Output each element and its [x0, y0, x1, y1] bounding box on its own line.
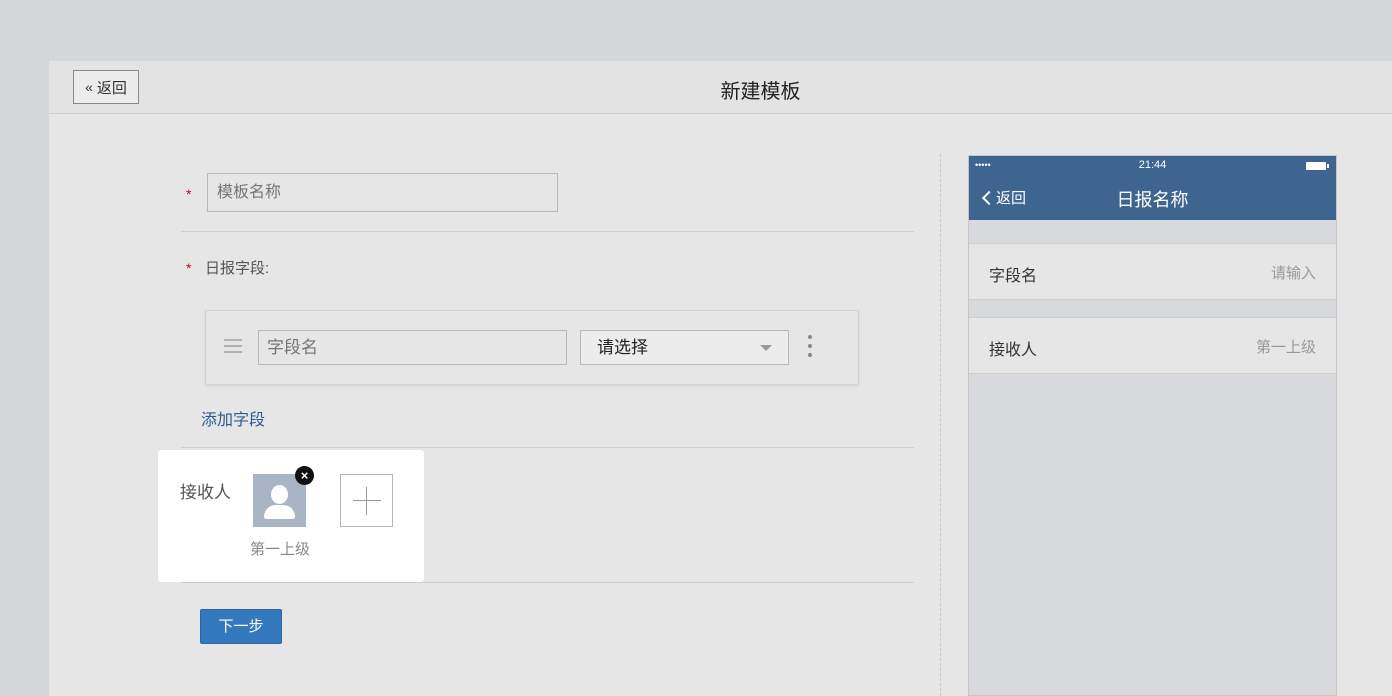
- field-name-input[interactable]: [258, 330, 567, 365]
- preview-row-field: 字段名 请输入: [969, 243, 1336, 300]
- preview-row-key: 字段名: [989, 268, 1038, 285]
- next-step-button[interactable]: 下一步: [200, 609, 282, 644]
- preview-row-value: 第一上级: [1255, 339, 1316, 356]
- fields-section-label: 日报字段:: [205, 260, 270, 277]
- divider: [181, 582, 914, 583]
- required-mark: *: [186, 186, 192, 202]
- receiver-name: 第一上级: [249, 541, 310, 558]
- preview-divider: [940, 154, 941, 696]
- receiver-section: 接收人 × 第一上级: [158, 450, 424, 582]
- preview-row-value: 请输入: [1270, 265, 1316, 282]
- divider: [181, 231, 914, 232]
- battery-icon: [1306, 162, 1329, 170]
- receiver-label: 接收人: [180, 483, 231, 502]
- add-field-link[interactable]: 添加字段: [201, 406, 265, 430]
- top-bar: « 返回 新建模板: [49, 61, 1392, 114]
- field-type-select[interactable]: 请选择: [580, 330, 789, 365]
- field-type-selected: 请选择: [597, 338, 648, 357]
- template-name-input[interactable]: [207, 173, 558, 212]
- caret-down-icon: [760, 345, 772, 351]
- preview-row-receiver: 接收人 第一上级: [969, 317, 1336, 374]
- divider: [181, 447, 914, 448]
- phone-title: 日报名称: [1116, 190, 1189, 210]
- add-receiver-button[interactable]: [340, 474, 393, 527]
- mobile-preview: ••••• 21:44 返回 日报名称 字段名 请输入 接收人 第一上级: [968, 155, 1337, 696]
- more-vertical-icon[interactable]: [808, 335, 812, 361]
- field-row-card: 请选择: [205, 310, 859, 385]
- page-title: 新建模板: [720, 81, 801, 103]
- phone-nav-bar: ••••• 21:44 返回 日报名称: [969, 156, 1336, 220]
- status-time: 21:44: [1138, 159, 1167, 171]
- template-form: * * 日报字段: 请选择 添加字段 接收人 × 第一上级 下一步: [49, 114, 939, 696]
- drag-handle-icon[interactable]: [224, 339, 242, 353]
- remove-receiver-icon[interactable]: ×: [295, 466, 314, 485]
- template-editor-window: « 返回 新建模板 * * 日报字段: 请选择 添加字段 接收人 ×: [49, 61, 1392, 696]
- required-mark: *: [186, 260, 192, 276]
- preview-row-key: 接收人: [989, 342, 1038, 359]
